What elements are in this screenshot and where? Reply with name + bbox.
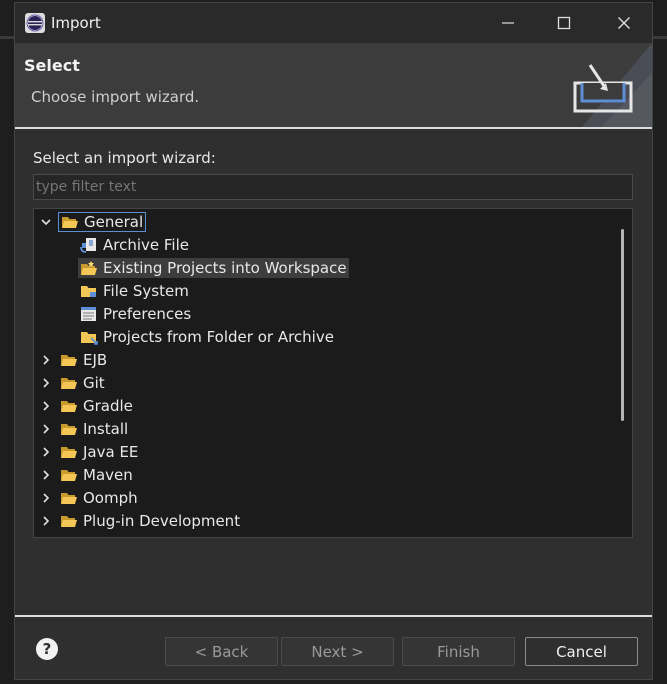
title-bar: Import xyxy=(15,3,652,43)
page-description: Choose import wizard. xyxy=(31,88,200,106)
tree-item-oomph[interactable]: Oomph xyxy=(40,486,138,509)
svg-text:?: ? xyxy=(43,640,52,658)
tree-item-label: Preferences xyxy=(103,304,192,323)
footer-separator xyxy=(15,615,652,617)
tree-item-label: Projects from Folder or Archive xyxy=(103,327,334,346)
chevron-right-icon[interactable] xyxy=(40,400,52,412)
finish-button[interactable]: Finish xyxy=(402,637,515,666)
chevron-right-icon[interactable] xyxy=(40,377,52,389)
tree-item-label: Git xyxy=(83,373,105,392)
tree-item-install[interactable]: Install xyxy=(40,417,128,440)
chevron-right-icon[interactable] xyxy=(40,354,52,366)
projects-folder-icon xyxy=(81,260,97,275)
folder-open-icon xyxy=(62,216,78,228)
folder-icon xyxy=(61,446,77,458)
tree-item-label: Archive File xyxy=(103,235,189,254)
chevron-right-icon[interactable] xyxy=(40,446,52,458)
header-banner: Select Choose import wizard. xyxy=(15,43,652,127)
tree-item-label: Maven xyxy=(83,465,133,484)
close-button[interactable] xyxy=(596,3,652,43)
folder-icon xyxy=(61,423,77,435)
tree-scrollbar[interactable] xyxy=(621,229,624,421)
tree-item-label: General xyxy=(84,212,144,231)
tree-item-existing-projects[interactable]: Existing Projects into Workspace xyxy=(78,256,349,279)
next-button[interactable]: Next > xyxy=(281,637,394,666)
window-title: Import xyxy=(51,14,101,32)
tree-item-label: Oomph xyxy=(83,488,138,507)
folder-icon xyxy=(61,469,77,481)
folder-icon xyxy=(61,492,77,504)
header-separator xyxy=(15,127,652,129)
tree-item-label: Install xyxy=(83,419,129,438)
folder-icon xyxy=(81,285,96,297)
chevron-right-icon[interactable] xyxy=(40,492,52,504)
archive-file-icon xyxy=(80,237,96,253)
tree-item-archive-file[interactable]: Archive File xyxy=(80,233,189,256)
tree-item-label: Plug-in Development xyxy=(83,511,241,530)
tree-item-general[interactable]: General xyxy=(40,210,147,233)
cancel-button[interactable]: Cancel xyxy=(525,637,638,666)
folder-icon xyxy=(61,515,77,527)
chevron-right-icon[interactable] xyxy=(40,423,52,435)
minimize-icon xyxy=(502,22,514,24)
tree-item-label: File System xyxy=(103,281,189,300)
tree-item-label: Java EE xyxy=(83,442,139,461)
chevron-right-icon[interactable] xyxy=(40,469,52,481)
wizard-tree[interactable]: General Archive File Existing Projects i… xyxy=(33,208,633,538)
maximize-icon xyxy=(557,16,571,30)
tree-item-file-system[interactable]: File System xyxy=(80,279,189,302)
import-dialog: Import Select Choose import wizard. Sele… xyxy=(14,2,653,680)
tree-item-maven[interactable]: Maven xyxy=(40,463,133,486)
preferences-icon xyxy=(81,306,96,321)
wizard-prompt: Select an import wizard: xyxy=(33,149,216,167)
help-icon[interactable]: ? xyxy=(35,637,59,661)
chevron-down-icon[interactable] xyxy=(40,216,52,228)
maximize-button[interactable] xyxy=(536,3,592,43)
tree-item-label: Gradle xyxy=(83,396,133,415)
eclipse-icon xyxy=(25,13,45,33)
tree-item-label: EJB xyxy=(83,350,108,369)
tree-item-plug-in-development[interactable]: Plug-in Development xyxy=(40,509,240,532)
minimize-button[interactable] xyxy=(480,3,536,43)
tree-item-java-ee[interactable]: Java EE xyxy=(40,440,138,463)
folder-icon xyxy=(61,354,77,366)
tree-item-preferences[interactable]: Preferences xyxy=(80,302,191,325)
folder-icon xyxy=(61,377,77,389)
tree-item-projects-from-folder[interactable]: Projects from Folder or Archive xyxy=(80,325,334,348)
tree-item-ejb[interactable]: EJB xyxy=(40,348,107,371)
back-button[interactable]: < Back xyxy=(165,637,278,666)
folder-icon xyxy=(81,331,98,345)
import-wizard-banner-icon xyxy=(573,43,652,127)
chevron-right-icon[interactable] xyxy=(40,515,52,527)
tree-item-gradle[interactable]: Gradle xyxy=(40,394,133,417)
tree-item-label: Existing Projects into Workspace xyxy=(103,258,347,277)
filter-input[interactable] xyxy=(33,174,633,200)
page-title: Select xyxy=(24,56,80,75)
folder-icon xyxy=(61,400,77,412)
tree-item-git[interactable]: Git xyxy=(40,371,105,394)
close-icon xyxy=(618,17,630,29)
